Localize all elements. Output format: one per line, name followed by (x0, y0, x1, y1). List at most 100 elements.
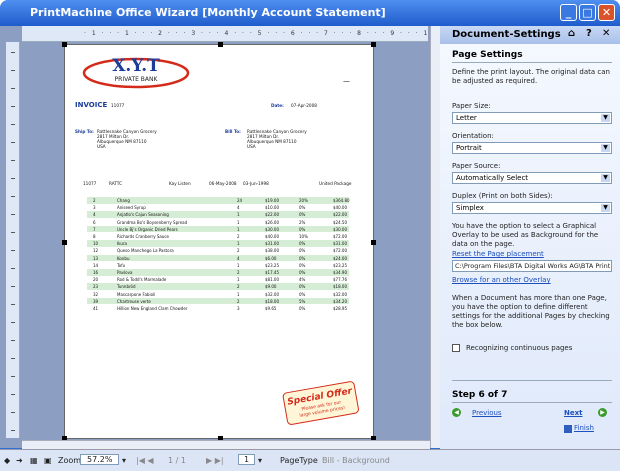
horizontal-scrollbar[interactable] (22, 440, 430, 449)
table-cell: Rod & Todd's Marmalade (117, 277, 167, 283)
table-cell: 0% (299, 262, 306, 268)
ship-via: United Package (319, 181, 352, 186)
vertical-scrollbar[interactable] (430, 26, 440, 448)
table-cell: $9.00 (265, 284, 277, 290)
overlay-info: You have the option to select a Graphica… (452, 222, 599, 248)
table-cell: $32.00 (265, 291, 279, 297)
table-cell: 32 (93, 291, 99, 297)
customer-code: RATTC (109, 181, 122, 186)
resize-handle[interactable] (371, 240, 376, 245)
table-cell: $6.00 (265, 255, 277, 261)
zoom-field[interactable]: 57.2% (80, 454, 120, 465)
table-cell: 2 (93, 198, 96, 203)
ship-date: 03-Jun-1998 (243, 181, 269, 186)
fit-page-icon[interactable]: ▣ (44, 456, 52, 465)
section-title: Page Settings (452, 50, 523, 60)
window-title: PrintMachine Office Wizard [Monthly Acco… (30, 6, 386, 19)
ruler-tick (11, 250, 15, 251)
table-cell: 0% (299, 306, 306, 311)
table-cell: 0% (299, 291, 306, 297)
page-number-field[interactable]: 1 (238, 454, 256, 465)
browse-overlay-link[interactable]: Browse for an other Overlay (452, 276, 551, 284)
table-cell: $31.00 (265, 241, 279, 247)
table-cell: Hillion New England Clam Chowder (117, 306, 188, 311)
table-cell: Chang (117, 198, 130, 203)
table-cell: 5% (299, 298, 306, 304)
resize-handle[interactable] (62, 240, 67, 245)
ruler-tick (11, 412, 15, 413)
table-cell: 16 (93, 270, 99, 275)
page-type-label: PageType (280, 456, 318, 465)
panel-body: Page Settings Define the print layout. T… (440, 44, 620, 449)
table-cell: 23 (93, 284, 99, 290)
table-cell: $77.76 (333, 277, 347, 283)
table-cell: 20 (93, 277, 99, 283)
resize-handle[interactable] (371, 42, 376, 47)
nav-back-icon[interactable]: ◆ (4, 456, 10, 465)
next-arrow-icon[interactable]: ▶ (598, 408, 607, 417)
table-cell: 0% (299, 284, 306, 290)
table-cell: 1 (237, 212, 240, 218)
save-icon[interactable] (564, 425, 572, 433)
table-row: 12 Queso Manchego La Pastora 2 $38.00 0% $72.… (87, 247, 349, 254)
nav-fwd-icon[interactable]: ➜ (16, 456, 23, 465)
table-cell: 0% (299, 241, 306, 247)
table-cell: 4% (299, 277, 306, 283)
table-cell: $34.90 (333, 270, 347, 275)
title-bar: PrintMachine Office Wizard [Monthly Acco… (0, 0, 620, 26)
close-icon[interactable]: ✕ (598, 4, 615, 21)
divider (452, 62, 612, 63)
minimize-icon[interactable]: _ (560, 4, 577, 21)
duplex-select[interactable]: Simplex ▼ (452, 202, 612, 214)
duplex-label: Duplex (Print on both Sides): (452, 192, 553, 200)
zoom-dropdown-icon[interactable]: ▾ (122, 456, 126, 465)
panel-title: Document-Settings (452, 29, 561, 40)
finish-button[interactable]: Finish (574, 424, 594, 432)
bill-to-label: Bill To: (225, 129, 241, 134)
fit-width-icon[interactable]: ▦ (30, 456, 38, 465)
next-page-icon[interactable]: ▶ ▶| (206, 456, 224, 465)
invoice-number: 11077 (111, 103, 125, 108)
reset-placement-link[interactable]: Reset the Page placement (452, 250, 544, 258)
table-cell: 1 (237, 226, 240, 232)
help-icon[interactable]: ? (586, 28, 592, 39)
table-row: 16 Pavlova 2 $17.45 0% $34.90 (87, 269, 349, 276)
date-label: Date: (271, 103, 284, 108)
close-panel-icon[interactable]: ✕ (602, 28, 610, 39)
ruler-tick (11, 142, 15, 143)
table-cell: 1 (237, 241, 240, 247)
ruler-tick (11, 430, 15, 431)
order-date: 06-May-2008 (209, 181, 237, 186)
table-row: 6 Grandma Bo's Boysenberry Spread 1 $26.00 2… (87, 219, 349, 226)
logo-subtext: PRIVATE BANK (115, 76, 159, 83)
table-cell: 10 (93, 241, 99, 247)
ruler-tick (11, 268, 15, 269)
resize-handle[interactable] (62, 42, 67, 47)
table-cell: Tofu (117, 262, 126, 268)
home-icon[interactable]: ⌂ (568, 28, 575, 39)
table-cell: Grandma Bo's Boysenberry Spread (117, 219, 188, 225)
document-page[interactable]: X.Y.T PRIVATE BANK — INVOICE 11077 Date:… (62, 42, 376, 441)
previous-button[interactable]: Previous (472, 409, 502, 417)
orientation-select[interactable]: Portrait ▼ (452, 142, 612, 154)
continuous-pages-checkbox[interactable] (452, 344, 460, 352)
ruler-tick (11, 304, 15, 305)
table-cell: $30.00 (265, 226, 279, 232)
maximize-icon[interactable]: □ (579, 4, 596, 21)
table-cell: 8 (93, 234, 96, 239)
multipage-info: When a Document has more than one Page, … (452, 294, 610, 329)
table-cell: 7 (93, 226, 96, 232)
next-button[interactable]: Next (564, 409, 582, 417)
dropdown-arrow-icon: ▼ (601, 114, 610, 122)
first-page-icon[interactable]: |◀ ◀ (136, 456, 154, 465)
table-cell: $22.00 (265, 212, 279, 218)
paper-size-select[interactable]: Letter ▼ (452, 112, 612, 124)
table-cell: 4 (237, 205, 240, 211)
paper-size-value: Letter (456, 114, 477, 122)
resize-handle[interactable] (218, 42, 223, 47)
paper-source-select[interactable]: Automatically Select ▼ (452, 172, 612, 184)
overlay-path-field[interactable]: C:\Program Files\BTA Digital Works AG\BT… (452, 260, 612, 272)
table-row: 20 Rod & Todd's Marmalade 1 $81.00 4% $77.76 (87, 276, 349, 283)
previous-arrow-icon[interactable]: ◀ (452, 408, 461, 417)
page-dropdown-icon[interactable]: ▾ (258, 456, 262, 465)
